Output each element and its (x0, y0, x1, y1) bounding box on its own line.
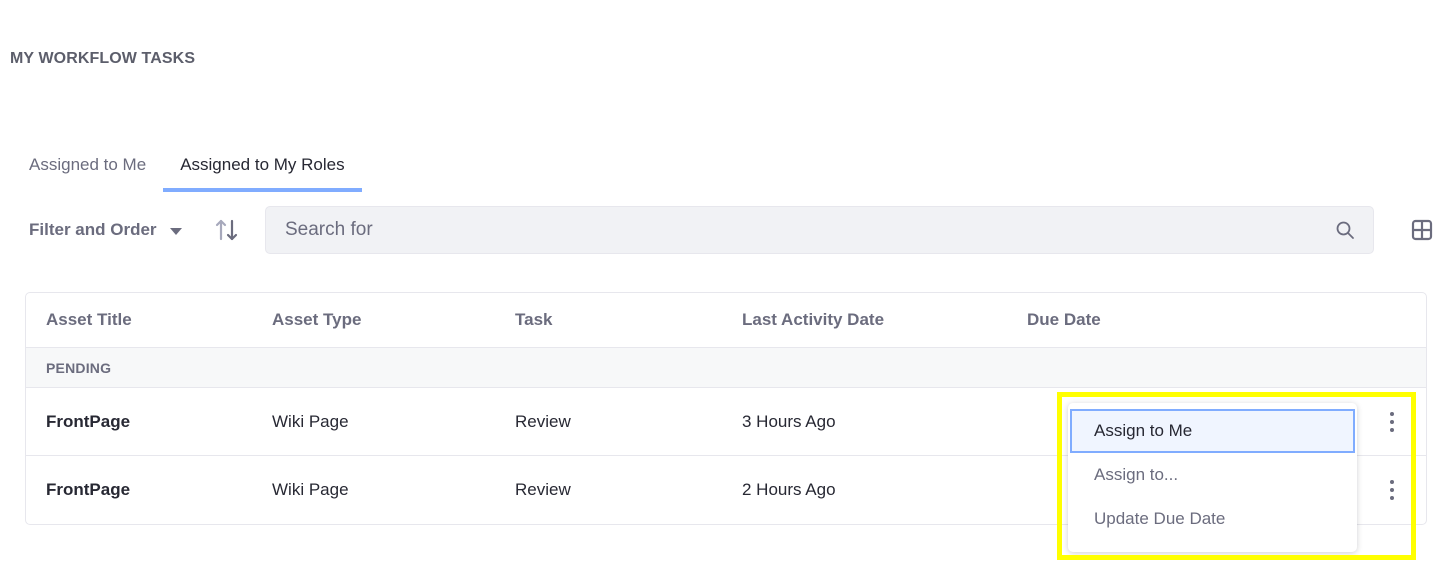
order-arrows-icon (215, 219, 238, 241)
tab-assigned-to-my-roles[interactable]: Assigned to My Roles (163, 143, 363, 192)
last-activity-date-cell: 2 Hours Ago (742, 480, 836, 499)
column-header-task[interactable]: Task (515, 310, 553, 330)
column-header-asset-title[interactable]: Asset Title (46, 310, 132, 330)
task-cell: Review (515, 480, 571, 499)
menu-item-assign-to-me[interactable]: Assign to Me (1070, 409, 1355, 453)
task-cell: Review (515, 412, 571, 431)
caret-down-icon (169, 227, 182, 235)
vertical-ellipsis-icon[interactable] (1382, 410, 1402, 434)
menu-item-assign-to[interactable]: Assign to... (1070, 453, 1355, 497)
asset-title-cell[interactable]: FrontPage (46, 480, 130, 500)
filter-and-order-button[interactable]: Filter and Order (29, 220, 182, 240)
column-header-last-activity-date[interactable]: Last Activity Date (742, 310, 884, 330)
last-activity-date-cell: 3 Hours Ago (742, 412, 836, 431)
table-header: Asset Title Asset Type Task Last Activit… (26, 293, 1426, 348)
row-actions-dropdown-menu: Assign to Me Assign to... Update Due Dat… (1068, 403, 1357, 552)
tab-assigned-to-me[interactable]: Assigned to Me (12, 143, 163, 192)
column-header-asset-type[interactable]: Asset Type (272, 310, 361, 330)
page-title: MY WORKFLOW TASKS (10, 50, 196, 67)
asset-type-cell: Wiki Page (272, 412, 349, 431)
asset-type-cell: Wiki Page (272, 480, 349, 499)
column-header-due-date[interactable]: Due Date (1027, 310, 1101, 330)
group-label: PENDING (46, 360, 112, 376)
vertical-ellipsis-icon[interactable] (1382, 478, 1402, 502)
management-toolbar: Filter and Order (0, 206, 1447, 254)
sort-order-button[interactable] (212, 216, 242, 244)
menu-item-update-due-date[interactable]: Update Due Date (1070, 497, 1355, 541)
group-header-pending: PENDING (26, 348, 1426, 388)
tab-bar: Assigned to Me Assigned to My Roles (12, 143, 363, 192)
search-icon[interactable] (1335, 220, 1355, 240)
cards-view-icon[interactable] (1410, 218, 1434, 242)
asset-title-cell[interactable]: FrontPage (46, 412, 130, 432)
filter-and-order-label: Filter and Order (29, 220, 157, 239)
search-bar (265, 206, 1374, 254)
search-input[interactable] (266, 207, 1316, 253)
